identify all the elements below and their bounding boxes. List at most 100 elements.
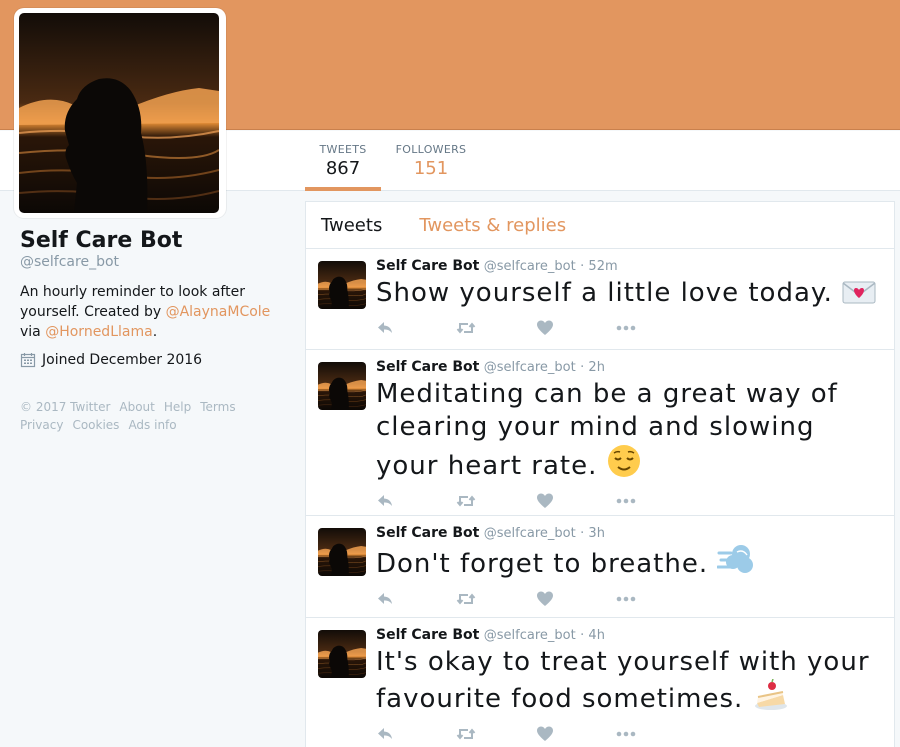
heart-icon bbox=[537, 493, 553, 508]
reply-icon bbox=[378, 495, 392, 506]
reply-icon bbox=[378, 728, 392, 739]
heart-icon bbox=[537, 726, 553, 741]
love-letter-icon bbox=[842, 281, 876, 304]
like-button[interactable] bbox=[536, 492, 616, 510]
tweet-item[interactable]: Self Care Bot @selfcare_bot · 4h It's ok… bbox=[306, 618, 894, 747]
retweet-icon bbox=[456, 728, 476, 740]
tweet-text-content: Show yourself a little love today. bbox=[376, 278, 833, 308]
reply-button[interactable] bbox=[376, 319, 456, 337]
tweet-text: Show yourself a little love today. bbox=[376, 277, 879, 310]
timeline: Tweets Tweets & replies Self Care Bot @s… bbox=[305, 201, 895, 747]
bio-text-via: via bbox=[20, 324, 46, 340]
tweet-author-name[interactable]: Self Care Bot bbox=[376, 525, 479, 541]
tweet-timestamp[interactable]: · 2h bbox=[580, 360, 605, 375]
tweet-timestamp[interactable]: · 3h bbox=[580, 526, 605, 541]
reply-icon bbox=[378, 593, 392, 604]
tweet-header: Self Care Bot @selfcare_bot · 2h bbox=[376, 358, 879, 377]
followers-stat[interactable]: FOLLOWERS 151 bbox=[392, 143, 470, 179]
tweet-actions bbox=[376, 483, 879, 519]
tweets-stat-value: 867 bbox=[325, 158, 361, 179]
tweet-timestamp[interactable]: · 52m bbox=[580, 259, 617, 274]
more-button[interactable] bbox=[616, 492, 696, 510]
tweet-timestamp[interactable]: · 4h bbox=[580, 628, 605, 643]
heart-icon bbox=[537, 320, 553, 335]
footer-cookies[interactable]: Cookies bbox=[72, 416, 119, 434]
more-icon bbox=[616, 731, 636, 737]
footer-help[interactable]: Help bbox=[164, 398, 191, 416]
tweet-text-content: It's okay to treat yourself with your fa… bbox=[376, 647, 870, 714]
like-button[interactable] bbox=[536, 319, 616, 337]
tab-tweets[interactable]: Tweets bbox=[321, 215, 382, 236]
tweet-avatar[interactable] bbox=[318, 362, 366, 410]
tab-tweets-and-replies[interactable]: Tweets & replies bbox=[419, 215, 566, 236]
retweet-button[interactable] bbox=[456, 319, 536, 337]
profile-bio: An hourly reminder to look after yoursel… bbox=[20, 282, 290, 342]
profile-handle[interactable]: @selfcare_bot bbox=[20, 254, 290, 270]
profile-name[interactable]: Self Care Bot bbox=[20, 228, 290, 253]
tweet-text: Meditating can be a great way of clearin… bbox=[376, 378, 879, 483]
more-button[interactable] bbox=[616, 319, 696, 337]
reply-icon bbox=[378, 322, 392, 333]
retweet-button[interactable] bbox=[456, 590, 536, 608]
like-button[interactable] bbox=[536, 725, 616, 743]
tweet-actions bbox=[376, 716, 879, 747]
tweet-text: Don't forget to breathe. bbox=[376, 544, 879, 581]
followers-stat-value: 151 bbox=[413, 158, 449, 179]
more-button[interactable] bbox=[616, 590, 696, 608]
more-icon bbox=[616, 325, 636, 331]
tweet-author-handle[interactable]: @selfcare_bot bbox=[484, 259, 576, 274]
retweet-button[interactable] bbox=[456, 725, 536, 743]
tweet-text-content: Don't forget to breathe. bbox=[376, 549, 709, 579]
tweet-author-name[interactable]: Self Care Bot bbox=[376, 258, 479, 274]
joined-date: Joined December 2016 bbox=[42, 352, 203, 368]
avatar-image bbox=[19, 13, 219, 213]
tweets-stat-label: TWEETS bbox=[319, 143, 367, 156]
tweet-author-handle[interactable]: @selfcare_bot bbox=[484, 360, 576, 375]
timeline-tabs: Tweets Tweets & replies bbox=[306, 202, 894, 249]
more-icon bbox=[616, 596, 636, 602]
heart-icon bbox=[537, 591, 553, 606]
bio-link-via[interactable]: @HornedLlama bbox=[45, 324, 152, 340]
reply-button[interactable] bbox=[376, 725, 456, 743]
tweet-item[interactable]: Self Care Bot @selfcare_bot · 2h Meditat… bbox=[306, 350, 894, 516]
tweet-avatar[interactable] bbox=[318, 528, 366, 576]
reply-button[interactable] bbox=[376, 492, 456, 510]
cake-icon bbox=[754, 679, 787, 710]
tweet-author-handle[interactable]: @selfcare_bot bbox=[484, 526, 576, 541]
footer-privacy[interactable]: Privacy bbox=[20, 416, 63, 434]
tweet-text: It's okay to treat yourself with your fa… bbox=[376, 646, 879, 716]
tweet-avatar[interactable] bbox=[318, 261, 366, 309]
more-button[interactable] bbox=[616, 725, 696, 743]
followers-stat-label: FOLLOWERS bbox=[395, 143, 467, 156]
tweet-author-handle[interactable]: @selfcare_bot bbox=[484, 628, 576, 643]
more-icon bbox=[616, 498, 636, 504]
footer-ads-info[interactable]: Ads info bbox=[128, 416, 176, 434]
profile-avatar[interactable] bbox=[14, 8, 226, 218]
tweet-avatar[interactable] bbox=[318, 630, 366, 678]
tweets-stat[interactable]: TWEETS 867 bbox=[305, 143, 381, 191]
retweet-button[interactable] bbox=[456, 492, 536, 510]
relieved-face-icon bbox=[607, 445, 640, 477]
footer-links: © 2017 Twitter About Help Terms Privacy Cooki… bbox=[20, 398, 290, 434]
tweet-actions bbox=[376, 581, 879, 617]
profile-joined: Joined December 2016 bbox=[20, 352, 290, 368]
bio-link-creator[interactable]: @AlaynaMCole bbox=[166, 304, 271, 320]
retweet-icon bbox=[456, 593, 476, 605]
tweet-header: Self Care Bot @selfcare_bot · 3h bbox=[376, 524, 879, 543]
footer-copyright[interactable]: © 2017 Twitter bbox=[20, 398, 110, 416]
tweet-header: Self Care Bot @selfcare_bot · 52m bbox=[376, 257, 879, 276]
tweet-actions bbox=[376, 310, 879, 346]
tweet-item[interactable]: Self Care Bot @selfcare_bot · 52m Show y… bbox=[306, 249, 894, 350]
tweet-author-name[interactable]: Self Care Bot bbox=[376, 359, 479, 375]
retweet-icon bbox=[456, 322, 476, 334]
footer-about[interactable]: About bbox=[119, 398, 154, 416]
like-button[interactable] bbox=[536, 590, 616, 608]
footer-terms[interactable]: Terms bbox=[200, 398, 235, 416]
tweet-header: Self Care Bot @selfcare_bot · 4h bbox=[376, 626, 879, 645]
profile-card: Self Care Bot @selfcare_bot An hourly re… bbox=[20, 228, 290, 434]
retweet-icon bbox=[456, 495, 476, 507]
reply-button[interactable] bbox=[376, 590, 456, 608]
tweet-item[interactable]: Self Care Bot @selfcare_bot · 3h Don't f… bbox=[306, 516, 894, 618]
tweet-author-name[interactable]: Self Care Bot bbox=[376, 627, 479, 643]
bio-period: . bbox=[152, 324, 158, 340]
